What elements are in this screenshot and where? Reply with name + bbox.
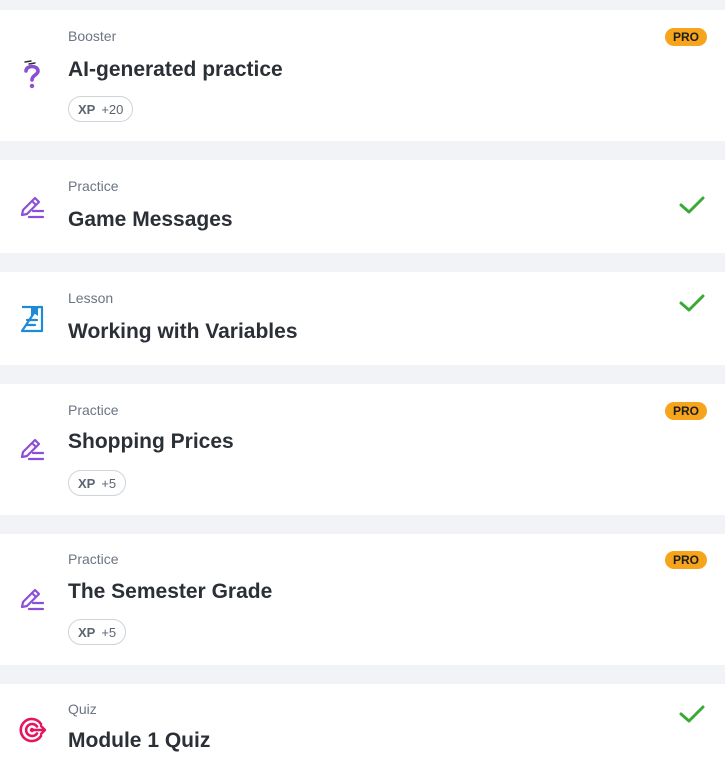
item-type-label: Practice <box>68 551 119 567</box>
pencil-lines-icon <box>20 438 45 461</box>
item-type-label: Practice <box>68 402 119 418</box>
xp-value: +5 <box>101 624 117 640</box>
lesson-item-quiz[interactable]: Quiz Module 1 Quiz <box>0 684 725 771</box>
lesson-doc-icon <box>20 305 44 333</box>
pro-badge: PRO <box>665 551 707 569</box>
lesson-item-practice[interactable]: Practice Game Messages <box>0 160 725 253</box>
xp-badge: XP +20 <box>68 96 134 122</box>
check-icon <box>679 705 705 723</box>
xp-badge: XP +5 <box>68 470 127 496</box>
check-icon <box>679 196 705 214</box>
item-type-label: Lesson <box>68 290 114 306</box>
target-icon <box>19 717 47 743</box>
xp-label: XP <box>78 624 96 640</box>
lesson-item-lesson[interactable]: Lesson Working with Variables <box>0 272 725 365</box>
check-icon <box>679 294 705 312</box>
xp-label: XP <box>78 475 96 491</box>
item-type-label: Practice <box>68 178 119 194</box>
lesson-item-practice[interactable]: Practice Shopping Prices XP +5 PRO <box>0 384 725 515</box>
item-title[interactable]: Working with Variables <box>68 320 298 344</box>
item-title[interactable]: Shopping Prices <box>68 430 234 454</box>
item-title[interactable]: AI-generated practice <box>68 58 283 82</box>
xp-badge: XP +5 <box>68 619 127 645</box>
xp-value: +20 <box>101 101 124 117</box>
pencil-lines-icon <box>20 588 45 611</box>
xp-label: XP <box>78 101 96 117</box>
item-type-label: Booster <box>68 28 117 44</box>
lesson-item-booster[interactable]: Booster AI-generated practice XP +20 PRO <box>0 10 725 141</box>
item-title[interactable]: The Semester Grade <box>68 580 272 604</box>
lesson-item-practice[interactable]: Practice The Semester Grade XP +5 PRO <box>0 534 725 665</box>
item-title[interactable]: Module 1 Quiz <box>68 729 210 753</box>
xp-value: +5 <box>101 475 117 491</box>
question-icon <box>24 60 40 89</box>
pro-badge: PRO <box>665 402 707 420</box>
item-type-label: Quiz <box>68 701 97 717</box>
pro-badge: PRO <box>665 28 707 46</box>
pencil-lines-icon <box>20 196 45 219</box>
item-title[interactable]: Game Messages <box>68 208 233 232</box>
